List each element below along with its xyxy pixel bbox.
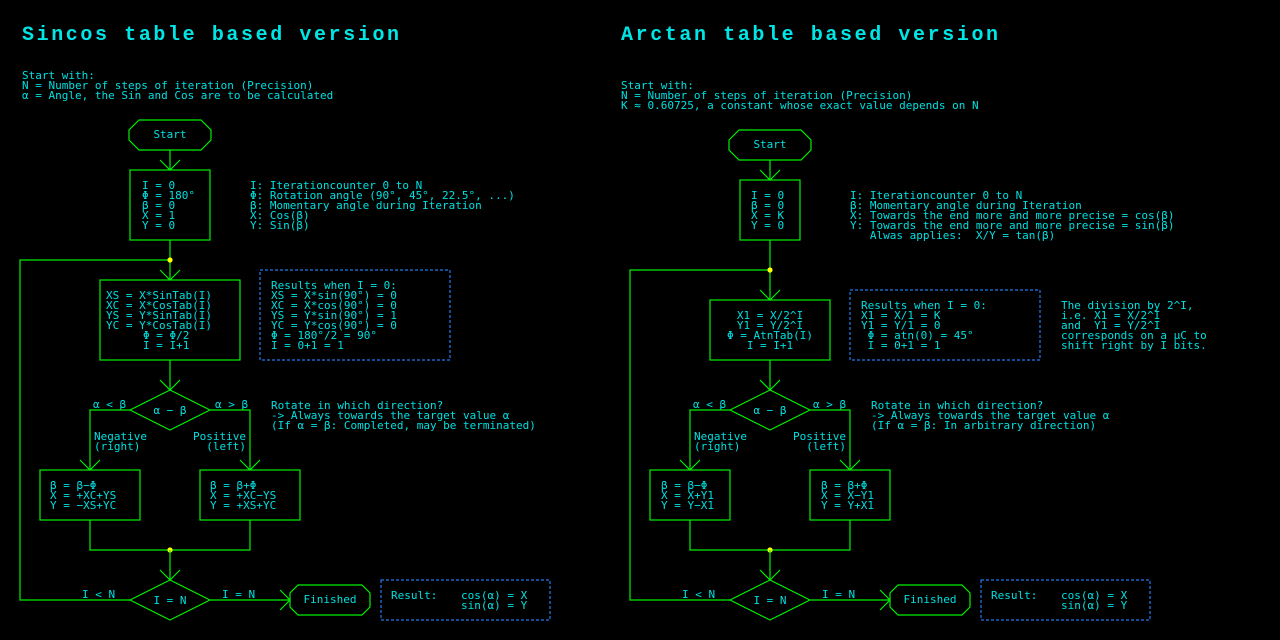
left-results-box: Results when I = 0: XS = X*sin(90°) = 0 … bbox=[259, 269, 451, 361]
branch-cond-left: α < β bbox=[93, 398, 126, 411]
left-loop-decision: I = N bbox=[128, 579, 212, 621]
result-line: sin(α) = Y bbox=[461, 599, 528, 612]
branch-cond-right: α > β bbox=[215, 398, 248, 411]
left-init-notes: I: Iterationcounter 0 to N Φ: Rotation a… bbox=[250, 179, 515, 232]
result-label: Result: bbox=[391, 589, 437, 602]
calc-line: I = I+1 bbox=[143, 339, 189, 352]
note-line: (If α = β: In arbitrary direction) bbox=[871, 419, 1096, 432]
left-direction-decision: α − β bbox=[128, 389, 212, 431]
right-loop-decision: I = N bbox=[728, 579, 812, 621]
branch-label-right: (left) bbox=[206, 440, 246, 453]
neg-line: Y = −XS+YC bbox=[50, 499, 116, 512]
finished-label: Finished bbox=[904, 593, 957, 606]
left-title: Sincos table based version bbox=[22, 24, 402, 47]
right-title: Arctan table based version bbox=[621, 24, 1001, 47]
left-start-node[interactable]: Start bbox=[128, 119, 212, 151]
loop-decision-label: I = N bbox=[153, 594, 186, 607]
left-finished-node[interactable]: Finished bbox=[289, 584, 371, 616]
branch-cond-left: α < β bbox=[693, 398, 726, 411]
init-line: Y = 0 bbox=[751, 219, 784, 232]
note-line: (If α = β: Completed, may be terminated) bbox=[271, 419, 536, 432]
left-final-result-box: Result: cos(α) = X sin(α) = Y bbox=[380, 579, 551, 621]
right-calc-box: X1 = X/2^I Y1 = Y/2^I Φ = AtnTab(I) I = … bbox=[709, 299, 831, 361]
result-line: I = 0+1 = 1 bbox=[861, 339, 940, 352]
init-line: Y = 0 bbox=[142, 219, 175, 232]
branch-cond-right: α > β bbox=[813, 398, 846, 411]
sincos-diagram: Sincos table based version Start with: N… bbox=[19, 24, 551, 621]
left-intro: Start with: N = Number of steps of itera… bbox=[22, 69, 333, 102]
right-init-notes: I: Iterationcounter 0 to N β: Momentary … bbox=[850, 189, 1175, 242]
note-line: Alwas applies: X/Y = tan(β) bbox=[850, 229, 1055, 242]
exit-cond: I = N bbox=[222, 588, 255, 601]
right-finished-node[interactable]: Finished bbox=[889, 584, 971, 616]
right-positive-box: β = β+Φ X = X−Y1 Y = Y+X1 bbox=[809, 469, 891, 521]
branch-label-right: (left) bbox=[806, 440, 846, 453]
right-final-result-box: Result: cos(α) = X sin(α) = Y bbox=[980, 579, 1151, 621]
result-line: sin(α) = Y bbox=[1061, 599, 1128, 612]
right-results-box: Results when I = 0: X1 = X/1 = K Y1 = Y/… bbox=[849, 289, 1041, 361]
junction-dot bbox=[167, 257, 173, 263]
pos-line: Y = Y+X1 bbox=[821, 499, 874, 512]
branch-label-left: (right) bbox=[694, 440, 740, 453]
cordic-flowcharts: Sincos table based version Start with: N… bbox=[19, 24, 1207, 621]
right-negative-box: β = β−Φ X = X+Y1 Y = Y−X1 bbox=[649, 469, 731, 521]
pos-line: Y = +XS+YC bbox=[210, 499, 276, 512]
left-calc-box: XS = X*SinTab(I) XC = X*CosTab(I) YS = Y… bbox=[99, 279, 241, 361]
loop-decision-label: I = N bbox=[753, 594, 786, 607]
left-init-box: I = 0 Φ = 180° β = 0 X = 1 Y = 0 bbox=[129, 169, 211, 241]
right-intro: Start with: N = Number of steps of itera… bbox=[621, 79, 979, 112]
left-intro-line: α = Angle, the Sin and Cos are to be cal… bbox=[22, 89, 333, 102]
right-init-box: I = 0 β = 0 X = K Y = 0 bbox=[739, 179, 801, 241]
result-line: I = 0+1 = 1 bbox=[271, 339, 344, 352]
right-direction-decision: α − β bbox=[728, 389, 812, 431]
note-line: Y: Sin(β) bbox=[250, 219, 310, 232]
calc-line: I = I+1 bbox=[747, 339, 793, 352]
loop-cond: I < N bbox=[682, 588, 715, 601]
right-direction-notes: Rotate in which direction? -> Always tow… bbox=[871, 399, 1110, 432]
right-shift-notes: The division by 2^I, i.e. X1 = X/2^I and… bbox=[1061, 299, 1207, 352]
loop-cond: I < N bbox=[82, 588, 115, 601]
decision-label: α − β bbox=[753, 404, 786, 417]
branch-label-left: (right) bbox=[94, 440, 140, 453]
junction-dot bbox=[767, 267, 773, 273]
arctan-diagram: Arctan table based version Start with: N… bbox=[621, 24, 1207, 621]
left-positive-box: β = β+Φ X = +XC−YS Y = +XS+YC bbox=[199, 469, 301, 521]
decision-label: α − β bbox=[153, 404, 186, 417]
right-intro-line: K ≈ 0.60725, a constant whose exact valu… bbox=[621, 99, 979, 112]
left-negative-box: β = β−Φ X = +XC+YS Y = −XS+YC bbox=[39, 469, 141, 521]
left-start-label: Start bbox=[153, 128, 186, 141]
right-start-node[interactable]: Start bbox=[728, 129, 812, 161]
finished-label: Finished bbox=[304, 593, 357, 606]
right-start-label: Start bbox=[753, 138, 786, 151]
neg-line: Y = Y−X1 bbox=[661, 499, 714, 512]
result-label: Result: bbox=[991, 589, 1037, 602]
exit-cond: I = N bbox=[822, 588, 855, 601]
left-direction-notes: Rotate in which direction? -> Always tow… bbox=[271, 399, 536, 432]
note-line: shift right by I bits. bbox=[1061, 339, 1207, 352]
